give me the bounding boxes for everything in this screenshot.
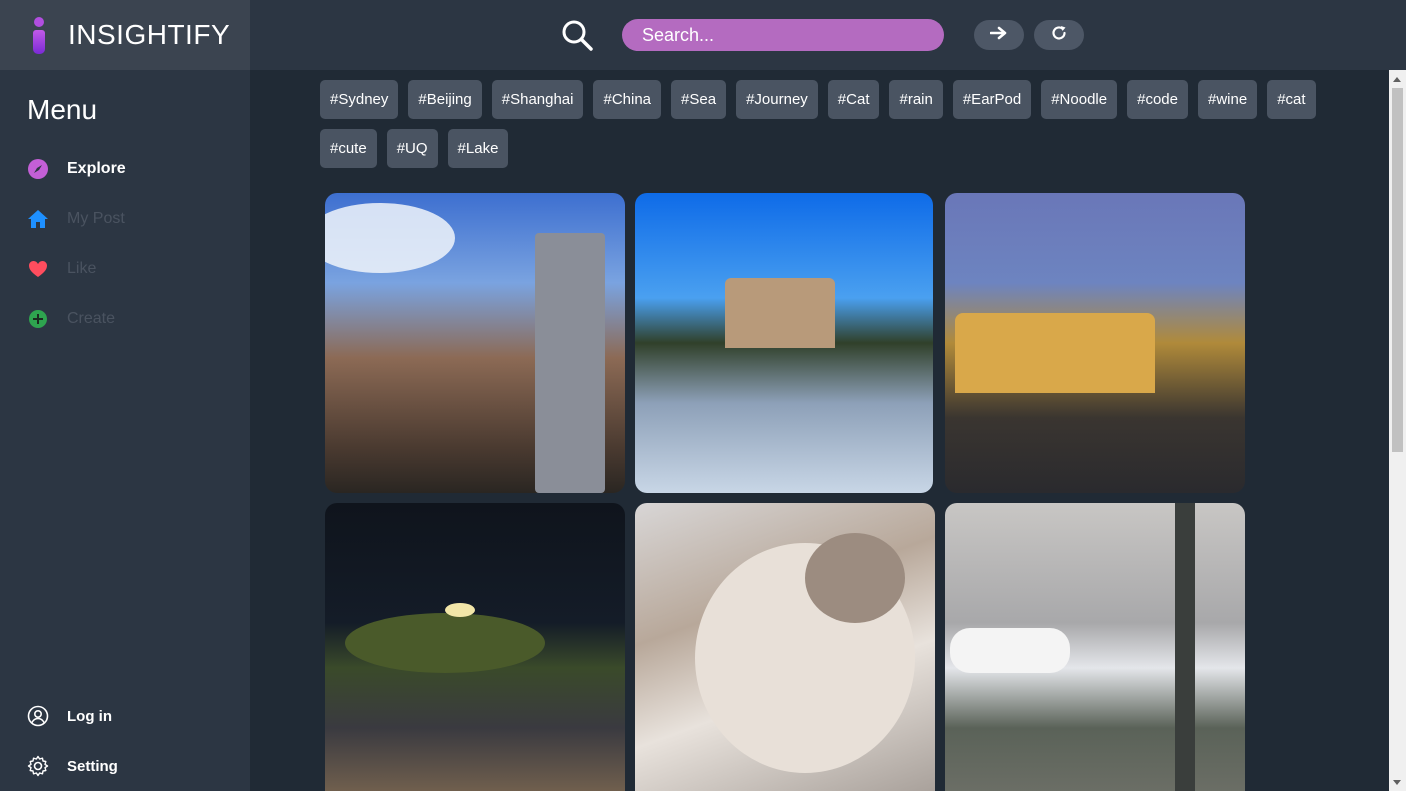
arrow-right-icon [989,26,1008,45]
search-submit-button[interactable] [974,20,1024,50]
menu-title: Menu [27,94,98,125]
search-icon[interactable] [560,18,594,52]
user-circle-icon [27,705,49,727]
sidebar-item-explore[interactable]: Explore [0,144,250,194]
tag-chip[interactable]: #China [593,80,662,119]
sidebar-item-log-in[interactable]: Log in [0,691,250,741]
hill-lights-shape [345,613,545,673]
sidebar-item-label: Like [67,260,97,277]
post-photo-bund-night[interactable] [945,193,1245,493]
post-grid [325,193,1245,791]
tag-chip[interactable]: #cat [1267,80,1316,119]
i-logo-icon [28,15,50,55]
tag-chip[interactable]: #Sydney [320,80,399,119]
cat-face-shape [805,533,905,623]
building-lights-shape [955,313,1155,393]
tag-chip[interactable]: #Noodle [1041,80,1118,119]
home-icon [27,208,49,230]
tag-chip[interactable]: #EarPod [952,80,1032,119]
scroll-up-arrow-icon[interactable] [1393,77,1401,82]
sidebar-item-create[interactable]: Create [0,294,250,344]
post-photo-city-street[interactable] [325,193,625,493]
tag-list: #Sydney #Beijing #Shanghai #China #Sea #… [320,80,1320,168]
post-photo-airport-rain[interactable] [945,503,1245,791]
plane-shape [950,628,1070,673]
post-photo-cat[interactable] [635,503,935,791]
sidebar-item-label: Explore [67,160,126,177]
tag-chip[interactable]: #Journey [736,80,818,119]
tag-chip[interactable]: #Lake [447,129,509,168]
compass-icon [27,158,49,180]
light-glow-shape [445,603,475,617]
page-scrollbar[interactable] [1389,70,1406,791]
tag-chip[interactable]: #Shanghai [491,80,584,119]
bottom-nav: Log in Setting [0,691,250,791]
sidebar-item-my-post[interactable]: My Post [0,194,250,244]
tag-chip[interactable]: #Sea [671,80,727,119]
tag-chip[interactable]: #Beijing [408,80,482,119]
tag-chip[interactable]: #Cat [827,80,880,119]
sidebar-item-label: Setting [67,757,118,775]
tower-shape [535,233,605,493]
scroll-down-arrow-icon[interactable] [1393,780,1401,785]
sidebar-item-like[interactable]: Like [0,244,250,294]
brand-header[interactable]: INSIGHTIFY [0,0,250,70]
tag-chip[interactable]: #wine [1197,80,1258,119]
sidebar: INSIGHTIFY Menu Explore My Post Like Cre… [0,0,250,791]
post-photo-beach-night[interactable] [325,503,625,791]
sidebar-item-setting[interactable]: Setting [0,741,250,791]
cloud-shape [325,203,455,273]
sidebar-item-label: Create [67,310,116,327]
sidebar-item-label: My Post [67,210,125,227]
tag-chip[interactable]: #code [1127,80,1188,119]
plus-circle-icon [27,308,49,330]
refresh-icon [1050,24,1068,47]
main-nav: Explore My Post Like Create [0,144,250,344]
search-input[interactable] [622,19,944,51]
brand-name: INSIGHTIFY [68,19,231,50]
gear-icon [27,755,49,777]
scroll-thumb[interactable] [1392,88,1403,452]
palace-shape [725,278,835,348]
window-frame-shape [1175,503,1195,791]
refresh-button[interactable] [1034,20,1084,50]
tag-chip[interactable]: #UQ [386,129,438,168]
sidebar-item-label: Log in [67,707,112,725]
top-header [250,0,1406,70]
heart-icon [27,258,49,280]
tag-chip[interactable]: #rain [889,80,943,119]
tag-chip[interactable]: #cute [320,129,377,168]
post-photo-palace-lake[interactable] [635,193,933,493]
